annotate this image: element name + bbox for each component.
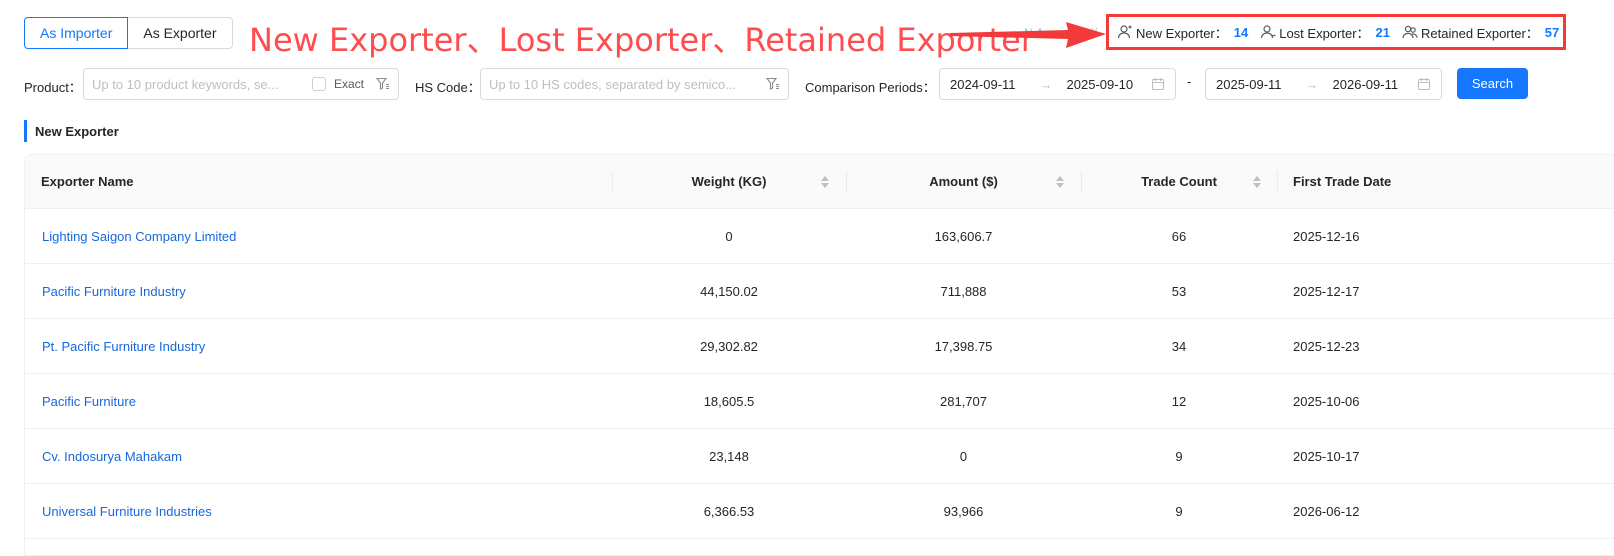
column-divider: [612, 171, 613, 193]
trade-count-cell: 9: [1175, 503, 1183, 519]
amount-cell: 281,707: [940, 393, 987, 409]
exporter-stats-box: New Exporter： 14 Lost Exporter： 21 Retai…: [1106, 14, 1566, 50]
first-trade-date-cell: 2026-06-12: [1293, 503, 1360, 519]
sort-icon[interactable]: [1252, 174, 1262, 190]
exporter-name-link[interactable]: Universal Furniture Industries: [42, 484, 212, 538]
weight-cell: 18,605.5: [703, 393, 755, 409]
as-exporter-button[interactable]: As Exporter: [128, 17, 233, 49]
col-first-trade-date: First Trade Date: [1277, 155, 1607, 208]
filter-icon[interactable]: [766, 77, 780, 91]
hs-code-input[interactable]: Up to 10 HS codes, separated by semico..…: [480, 68, 789, 100]
first-trade-date-cell: 2025-10-17: [1293, 448, 1360, 464]
stat-retained-value: 57: [1544, 24, 1560, 40]
period-separator: -: [1187, 74, 1192, 89]
stat-lost-value: 21: [1375, 24, 1391, 40]
trade-count-cell: 34: [1171, 338, 1187, 354]
trade-count-cell: 66: [1171, 228, 1187, 244]
col-first-trade-date-label: First Trade Date: [1293, 174, 1392, 189]
amount-cell: 17,398.75: [934, 338, 993, 354]
period-1-range-picker[interactable]: 2024-09-11 → 2025-09-10: [939, 68, 1176, 100]
period-2-end[interactable]: 2026-09-11: [1333, 77, 1399, 92]
first-trade-date-cell: 2025-10-06: [1293, 393, 1360, 409]
weight-cell: 6,366.53: [703, 503, 755, 519]
section-title: New Exporter: [35, 124, 119, 139]
weight-cell: 23,148: [709, 448, 749, 464]
hs-code-label: HS Code：: [415, 80, 481, 95]
stat-lost-label: Lost Exporter：: [1279, 25, 1370, 41]
exporter-name-link[interactable]: Lighting Saigon Company Limited: [42, 209, 236, 263]
stat-retained-exporter[interactable]: Retained Exporter： 57: [1402, 23, 1559, 42]
trade-count-cell: 12: [1171, 393, 1187, 409]
weight-cell: 0: [725, 228, 733, 244]
col-exporter-name: Exporter Name: [41, 174, 134, 189]
period-1-start[interactable]: 2024-09-11: [950, 77, 1016, 92]
table-row: Pacific Furniture 18,605.5 281,707 12 20…: [25, 374, 1614, 429]
weight-cell: 29,302.82: [700, 338, 758, 354]
user-plus-icon: [1117, 25, 1132, 39]
exporter-name-link[interactable]: Pacific Furniture Industry: [42, 264, 186, 318]
table-row: Pacific Furniture Industry 44,150.02 711…: [25, 264, 1614, 319]
arrow-right-icon: →: [1305, 76, 1319, 92]
table-header: Exporter Name Weight (KG) Amount ($) Tra…: [25, 155, 1614, 209]
table-row: Lighting Saigon Company Limited 0 163,60…: [25, 209, 1614, 264]
col-trade-count-label: Trade Count: [1141, 174, 1217, 189]
table-body: Lighting Saigon Company Limited 0 163,60…: [25, 209, 1614, 539]
period-2-range-picker[interactable]: 2025-09-11 → 2026-09-11: [1205, 68, 1442, 100]
amount-cell: 93,966: [943, 503, 984, 519]
user-minus-icon: [1261, 25, 1276, 39]
stat-retained-label: Retained Exporter：: [1421, 25, 1539, 41]
amount-cell: 711,888: [940, 283, 987, 299]
amount-cell: 163,606.7: [934, 228, 993, 244]
calendar-icon: [1417, 78, 1431, 91]
stat-lost-exporter[interactable]: Lost Exporter： 21: [1260, 23, 1390, 42]
trade-count-cell: 9: [1175, 448, 1183, 464]
table-row: Cv. Indosurya Mahakam 23,148 0 9 2025-10…: [25, 429, 1614, 484]
col-amount[interactable]: Amount ($): [846, 155, 1081, 208]
column-divider: [1081, 171, 1082, 193]
first-trade-date-cell: 2025-12-17: [1293, 283, 1360, 299]
exact-checkbox[interactable]: [311, 77, 326, 91]
annotation-text: New Exporter、Lost Exporter、Retained Expo…: [249, 21, 1034, 59]
as-importer-button[interactable]: As Importer: [24, 17, 129, 49]
sort-icon[interactable]: [820, 174, 830, 190]
exporter-name-link[interactable]: Pacific Furniture: [42, 374, 136, 428]
first-trade-date-cell: 2025-12-16: [1293, 228, 1360, 244]
first-trade-date-cell: 2025-12-23: [1293, 338, 1360, 354]
weight-cell: 44,150.02: [700, 283, 758, 299]
arrow-right-icon: →: [1039, 76, 1053, 92]
table-row: Universal Furniture Industries 6,366.53 …: [25, 484, 1614, 539]
exporter-name-link[interactable]: Pt. Pacific Furniture Industry: [42, 319, 205, 373]
stat-new-value: 14: [1233, 24, 1249, 40]
exact-label: Exact: [333, 77, 364, 91]
new-exporter-table: Exporter Name Weight (KG) Amount ($) Tra…: [24, 154, 1614, 556]
product-placeholder: Up to 10 product keywords, se...: [92, 76, 279, 92]
exporter-name-link[interactable]: Cv. Indosurya Mahakam: [42, 429, 182, 483]
table-row: Pt. Pacific Furniture Industry 29,302.82…: [25, 319, 1614, 374]
col-amount-label: Amount ($): [929, 174, 998, 189]
col-weight[interactable]: Weight (KG): [612, 155, 846, 208]
section-accent-bar: [24, 120, 27, 142]
annotation-arrow-icon: [950, 22, 1106, 48]
product-label: Product：: [24, 80, 82, 95]
filter-icon[interactable]: [376, 77, 390, 91]
comparison-periods-label: Comparison Periods：: [805, 80, 936, 95]
col-weight-label: Weight (KG): [691, 174, 767, 189]
amount-cell: 0: [959, 448, 968, 464]
search-button[interactable]: Search: [1457, 68, 1528, 99]
period-1-end[interactable]: 2025-09-10: [1067, 77, 1134, 92]
period-2-start[interactable]: 2025-09-11: [1216, 77, 1282, 92]
product-input[interactable]: Up to 10 product keywords, se... Exact: [83, 68, 399, 100]
stat-new-exporter[interactable]: New Exporter： 14: [1117, 23, 1248, 42]
role-toggle: As Importer As Exporter: [24, 17, 233, 49]
column-divider: [1277, 171, 1278, 193]
trade-count-cell: 53: [1171, 283, 1187, 299]
users-icon: [1402, 25, 1418, 39]
sort-icon[interactable]: [1055, 174, 1065, 190]
column-divider: [846, 171, 847, 193]
calendar-icon: [1151, 78, 1165, 91]
hs-code-placeholder: Up to 10 HS codes, separated by semico..…: [489, 76, 737, 92]
stat-new-label: New Exporter：: [1136, 25, 1228, 41]
col-trade-count[interactable]: Trade Count: [1081, 155, 1277, 208]
